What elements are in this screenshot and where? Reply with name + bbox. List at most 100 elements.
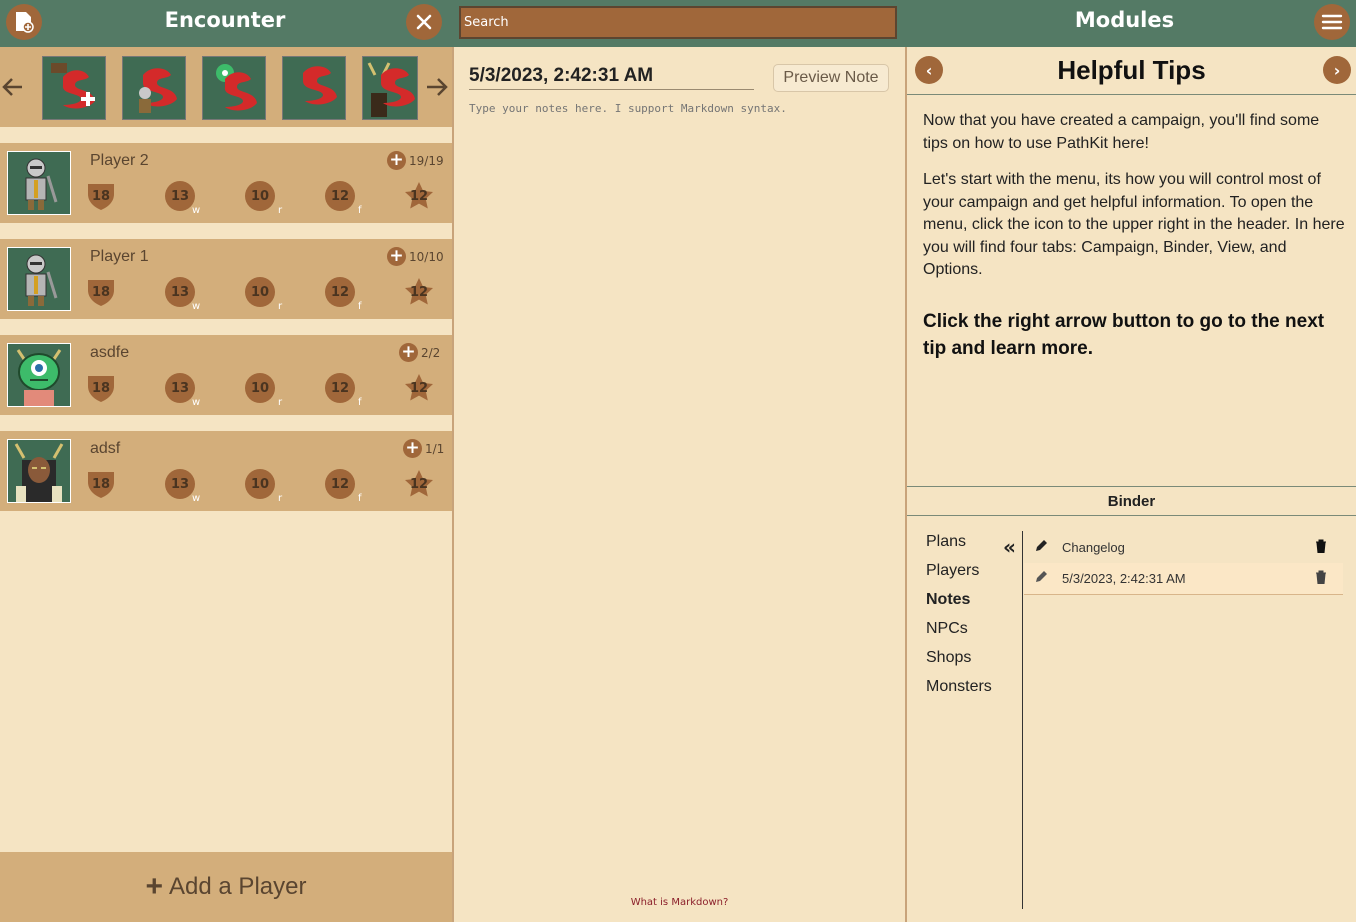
- will-save: 13: [165, 181, 195, 211]
- knight-icon: [25, 254, 58, 306]
- horned-warrior-icon: [14, 443, 64, 502]
- arrow-right-icon[interactable]: [422, 73, 450, 101]
- preview-note-button[interactable]: Preview Note: [773, 64, 889, 92]
- tips-header: Helpful Tips ‹ ›: [907, 47, 1356, 95]
- arrow-left-icon[interactable]: [0, 73, 28, 101]
- turn-token[interactable]: [282, 56, 346, 120]
- initiative-star: 12: [404, 181, 434, 211]
- reflex-save: 10: [245, 181, 275, 211]
- combatant-name: adsf: [90, 440, 121, 457]
- note-textarea[interactable]: [469, 102, 889, 882]
- initiative-star: 12: [404, 277, 434, 307]
- fort-sub: f: [358, 397, 362, 408]
- binder-nav-monsters[interactable]: Monsters: [926, 678, 992, 707]
- tip-paragraph: Let's start with the menu, its how you w…: [923, 171, 1345, 278]
- turn-token[interactable]: [362, 56, 418, 120]
- combatant-name: asdfe: [90, 344, 130, 361]
- turn-token[interactable]: [122, 56, 186, 120]
- combatant-row[interactable]: asdfe + 2/2 18 13 w 10 r 12 f 12: [0, 335, 452, 415]
- trash-icon[interactable]: [1315, 539, 1343, 556]
- will-sub: w: [192, 301, 201, 312]
- hp-value: 1/1: [425, 441, 445, 456]
- ac-shield: 18: [86, 469, 116, 499]
- reflex-sub: r: [278, 301, 283, 312]
- plus-icon[interactable]: +: [387, 151, 406, 170]
- avatar: [7, 247, 71, 311]
- search-input[interactable]: [459, 6, 897, 39]
- turn-token[interactable]: [202, 56, 266, 120]
- reflex-sub: r: [278, 205, 283, 216]
- avatar: [7, 439, 71, 503]
- hp-value: 2/2: [421, 345, 441, 360]
- modules-title: Modules: [1074, 8, 1175, 32]
- binder-entry[interactable]: Changelog: [1024, 531, 1343, 563]
- will-sub: w: [192, 205, 201, 216]
- hp-value: 19/19: [409, 153, 444, 168]
- pencil-icon[interactable]: [1024, 539, 1062, 556]
- reflex-sub: r: [278, 493, 283, 504]
- note-editor: 5/3/2023, 2:42:31 AM Preview Note What i…: [454, 47, 905, 922]
- hamburger-icon: [1321, 14, 1343, 30]
- fort-sub: f: [358, 205, 362, 216]
- encounter-title: Encounter: [164, 8, 286, 32]
- fort-sub: f: [358, 301, 362, 312]
- chevron-right-icon: ›: [1333, 60, 1341, 80]
- fort-save: 12: [325, 181, 355, 211]
- knight-dragon-icon: [139, 68, 177, 113]
- pencil-icon[interactable]: [1024, 570, 1062, 587]
- hp-display: + 19/19: [387, 151, 444, 170]
- dragon-icon: [51, 63, 95, 109]
- avatar: [7, 151, 71, 215]
- prev-tip-button[interactable]: ‹: [915, 56, 943, 84]
- combatant-row[interactable]: Player 2 + 19/19 18 13 w 10 r 12 f 12: [0, 143, 452, 223]
- ac-shield: 18: [86, 277, 116, 307]
- hp-display: + 2/2: [399, 343, 440, 362]
- next-tip-button[interactable]: ›: [1323, 56, 1351, 84]
- will-sub: w: [192, 493, 201, 504]
- binder-nav-plans[interactable]: Plans: [926, 533, 992, 562]
- will-save: 13: [165, 277, 195, 307]
- combatant-name: Player 1: [90, 248, 149, 265]
- binder-entry[interactable]: 5/3/2023, 2:42:31 AM: [1024, 563, 1343, 595]
- dragon-icon: [303, 66, 337, 105]
- knight-icon: [25, 158, 58, 210]
- combatant-row[interactable]: Player 1 + 10/10 18 13 w 10 r 12 f 12: [0, 239, 452, 319]
- close-encounter-button[interactable]: [406, 4, 442, 40]
- binder-nav-notes[interactable]: Notes: [926, 591, 992, 620]
- hp-display: + 1/1: [403, 439, 444, 458]
- binder-nav-npcs[interactable]: NPCs: [926, 620, 992, 649]
- horned-dragon-icon: [367, 62, 415, 117]
- tip-callout: Click the right arrow button to go to th…: [923, 311, 1325, 359]
- encounter-panel: Player 2 + 19/19 18 13 w 10 r 12 f 12 Pl…: [0, 47, 452, 922]
- plus-icon[interactable]: +: [403, 439, 422, 458]
- binder-nav-shops[interactable]: Shops: [926, 649, 992, 678]
- add-player-button[interactable]: + Add a Player: [0, 852, 452, 922]
- reflex-save: 10: [245, 277, 275, 307]
- reflex-save: 10: [245, 373, 275, 403]
- initiative-star: 12: [404, 373, 434, 403]
- note-title[interactable]: 5/3/2023, 2:42:31 AM: [469, 65, 754, 90]
- collapse-icon[interactable]: «: [1003, 535, 1016, 559]
- combatant-row[interactable]: adsf + 1/1 18 13 w 10 r 12 f 12: [0, 431, 452, 511]
- will-sub: w: [192, 397, 201, 408]
- menu-button[interactable]: [1314, 4, 1350, 40]
- entry-label: 5/3/2023, 2:42:31 AM: [1062, 571, 1186, 586]
- binder-title: Binder: [907, 486, 1356, 516]
- cyclops-icon: [16, 349, 62, 406]
- fort-save: 12: [325, 469, 355, 499]
- combatant-name: Player 2: [90, 152, 149, 169]
- tips-title: Helpful Tips: [1057, 55, 1206, 85]
- plus-icon[interactable]: +: [399, 343, 418, 362]
- markdown-help-link[interactable]: What is Markdown?: [454, 897, 905, 908]
- will-save: 13: [165, 469, 195, 499]
- fort-sub: f: [358, 493, 362, 504]
- binder-nav-players[interactable]: Players: [926, 562, 992, 591]
- chevron-left-icon: ‹: [925, 60, 933, 80]
- trash-icon[interactable]: [1315, 570, 1343, 587]
- ac-shield: 18: [86, 181, 116, 211]
- tip-paragraph: Now that you have created a campaign, yo…: [923, 112, 1320, 152]
- plus-icon[interactable]: +: [387, 247, 406, 266]
- turn-token[interactable]: [42, 56, 106, 120]
- add-player-label: Add a Player: [169, 873, 307, 900]
- app-header: Encounter Modules: [0, 0, 1356, 47]
